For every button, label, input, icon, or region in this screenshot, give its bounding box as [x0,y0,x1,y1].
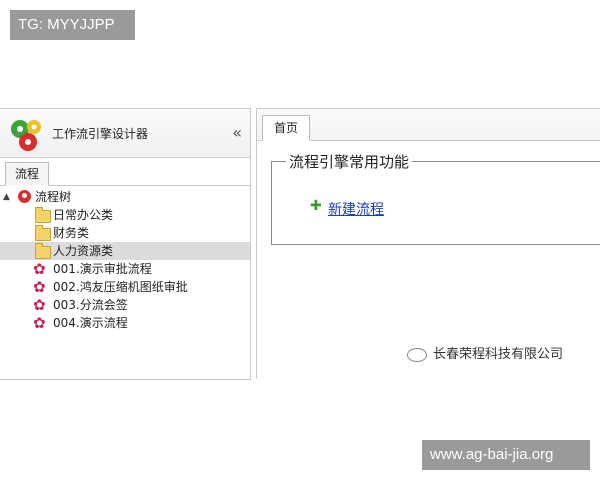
new-flow-item: ✚ 新建流程 [310,198,384,219]
gear-icon: ✿ [33,260,46,278]
left-tab-bar: 流程 [0,158,250,186]
folder-label: 人力资源类 [53,244,114,258]
new-flow-link[interactable]: 新建流程 [328,202,384,218]
tree-folder-daily-office[interactable]: 日常办公类 [0,206,250,224]
tree-flow-003[interactable]: ✿ 003.分流会签 [0,296,250,314]
app-title: 工作流引擎设计器 [52,127,149,141]
wechat-icon [407,347,427,362]
process-tree: ▲ 流程树 日常办公类 财务类 人力资源类 ✿ 001.演示审批流程 ✿ 002… [0,186,250,332]
flow-label: 004.演示流程 [53,316,128,330]
tab-home[interactable]: 首页 [262,115,310,141]
tree-flow-002[interactable]: ✿ 002.鸿友压缩机图纸审批 [0,278,250,296]
tree-flow-004[interactable]: ✿ 004.演示流程 [0,314,250,332]
folder-icon [35,243,51,259]
flow-label: 001.演示审批流程 [53,262,152,276]
tree-root[interactable]: ▲ 流程树 [0,188,250,206]
folder-label: 日常办公类 [53,208,114,222]
watermark-bottom: www.ag-bai-jia.org [422,440,590,470]
expand-toggle-icon[interactable]: ▲ [3,188,10,206]
root-icon [18,190,31,203]
tree-folder-finance[interactable]: 财务类 [0,224,250,242]
watermark-top: TG: MYYJJPP [10,10,135,40]
left-panel: 工作流引擎设计器 « 流程 ▲ 流程树 日常办公类 财务类 人力资源类 ✿ 00… [0,108,251,380]
main-tab-bar: 首页 [257,109,600,141]
add-icon: ✚ [310,198,322,214]
folder-icon [35,225,51,241]
gear-icon: ✿ [33,314,46,332]
flow-label: 002.鸿友压缩机图纸审批 [53,280,188,294]
app-header: 工作流引擎设计器 « [0,109,250,158]
functions-legend: 流程引擎常用功能 [286,151,413,172]
flow-label: 003.分流会签 [53,298,128,312]
functions-group: 流程引擎常用功能 ✚ 新建流程 [271,151,600,245]
tab-process[interactable]: 流程 [5,162,49,186]
logo-gears-icon [11,120,41,151]
corner-watermark: 长春荣程科技有限公司 [407,343,563,362]
tree-folder-hr[interactable]: 人力资源类 [0,242,250,260]
tree-flow-001[interactable]: ✿ 001.演示审批流程 [0,260,250,278]
folder-icon [35,207,51,223]
gear-icon: ✿ [33,296,46,314]
folder-label: 财务类 [53,226,90,240]
corner-watermark-text: 长春荣程科技有限公司 [433,347,564,362]
tree-root-label: 流程树 [35,190,72,204]
collapse-icon[interactable]: « [232,123,242,142]
gear-icon: ✿ [33,278,46,296]
main-panel: 首页 流程引擎常用功能 ✚ 新建流程 [256,108,600,379]
